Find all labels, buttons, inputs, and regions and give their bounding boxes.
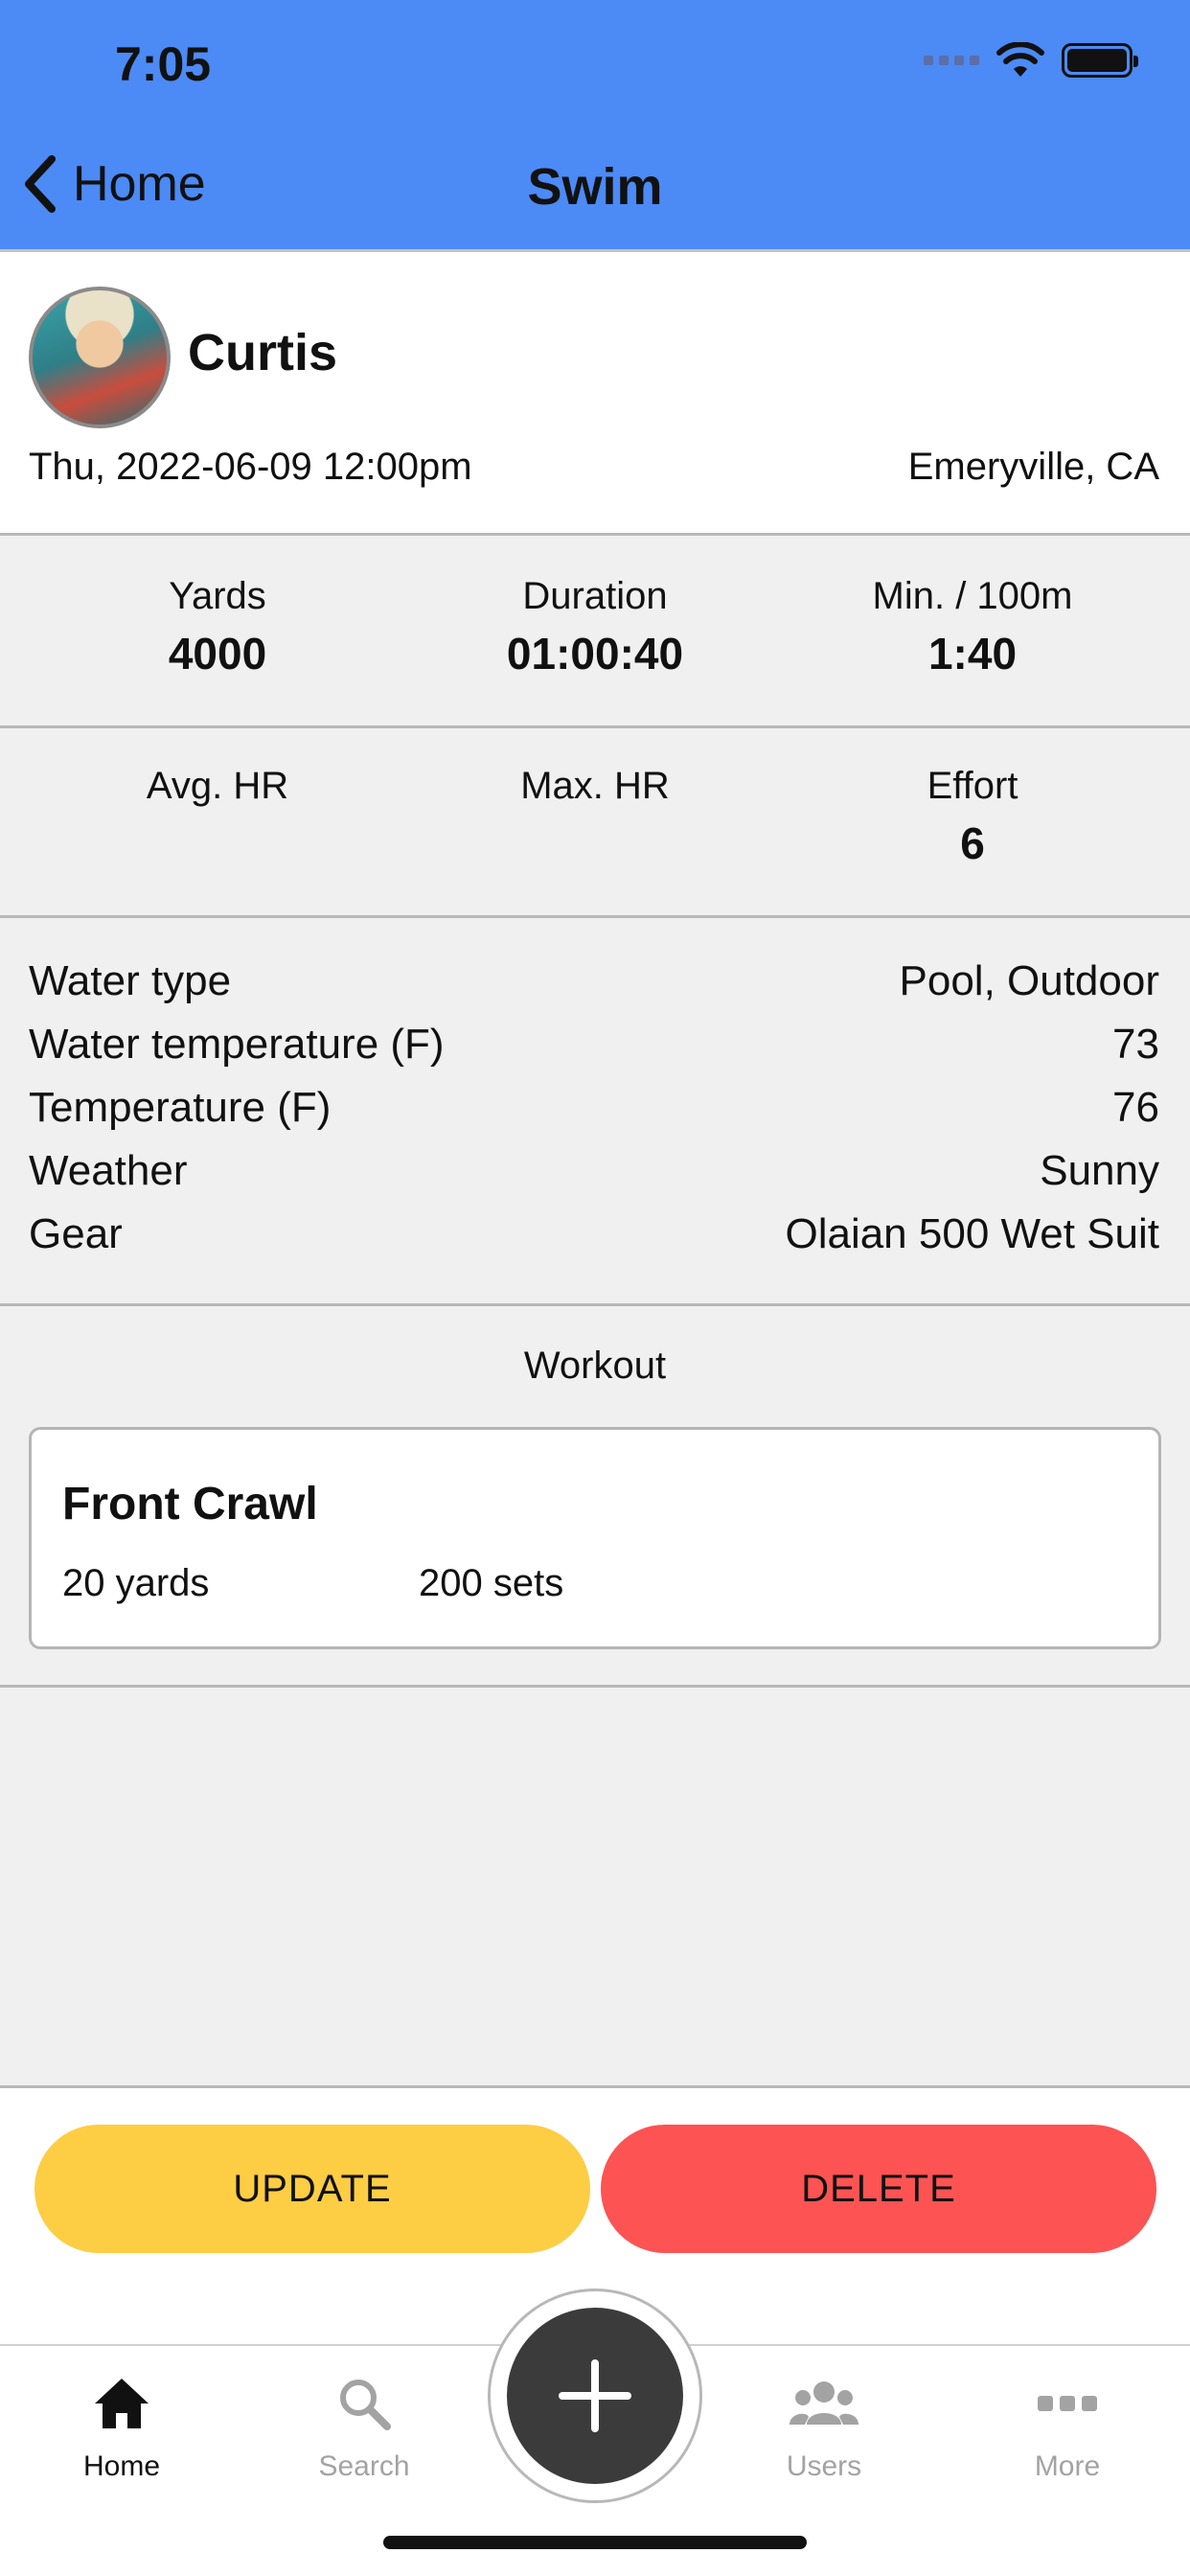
stat-pace: Min. / 100m 1:40	[774, 575, 1171, 679]
exercise-distance: 20 yards	[62, 1562, 210, 1604]
wifi-icon	[996, 42, 1044, 77]
exercise-sets: 200 sets	[419, 1562, 564, 1604]
stat-value: 6	[960, 818, 985, 868]
user-name[interactable]: Curtis	[188, 323, 337, 382]
detail-row-gear: Gear Olaian 500 Wet Suit	[29, 1210, 1159, 1258]
detail-value: 73	[1112, 1021, 1159, 1068]
stat-yards: Yards 4000	[19, 575, 416, 679]
nav-header: 7:05 Home Swim	[0, 0, 1190, 252]
stat-label: Min. / 100m	[872, 575, 1073, 617]
delete-button[interactable]: DELETE	[601, 2125, 1156, 2253]
add-button[interactable]	[507, 2308, 683, 2484]
stat-value: 01:00:40	[506, 629, 684, 678]
tab-label: Users	[786, 2450, 862, 2482]
detail-value: Olaian 500 Wet Suit	[785, 1210, 1159, 1257]
stat-duration: Duration 01:00:40	[397, 575, 793, 679]
status-icons	[924, 42, 1138, 79]
users-icon	[790, 2381, 858, 2425]
detail-row-water-type: Water type Pool, Outdoor	[29, 957, 1159, 1005]
plus-icon	[559, 2359, 631, 2432]
tab-label: Search	[318, 2450, 410, 2482]
stat-avg-hr: Avg. HR	[19, 765, 416, 869]
detail-value: Sunny	[1040, 1147, 1159, 1194]
avatar[interactable]	[29, 287, 171, 428]
detail-label: Temperature (F)	[29, 1084, 332, 1131]
search-icon	[340, 2380, 391, 2430]
stat-label: Effort	[927, 765, 1018, 807]
stat-value: 4000	[168, 629, 267, 678]
detail-row-weather: Weather Sunny	[29, 1147, 1159, 1195]
workout-location: Emeryville, CA	[907, 446, 1159, 488]
stat-label: Avg. HR	[146, 765, 289, 807]
tab-label: More	[1034, 2450, 1101, 2482]
profile-section: Curtis Thu, 2022-06-09 12:00pm Emeryvill…	[0, 252, 1190, 536]
stats-row-secondary: Avg. HR Max. HR Effort 6	[0, 728, 1190, 918]
workout-heading: Workout	[523, 1345, 667, 1387]
detail-value: 76	[1112, 1084, 1159, 1131]
detail-value: Pool, Outdoor	[899, 957, 1160, 1004]
detail-label: Weather	[29, 1147, 188, 1194]
stat-label: Max. HR	[520, 765, 670, 807]
detail-label: Gear	[29, 1210, 123, 1257]
more-icon	[1038, 2396, 1097, 2411]
detail-row-water-temperature: Water temperature (F) 73	[29, 1021, 1159, 1069]
workout-card[interactable]: Front Crawl 20 yards 200 sets	[29, 1427, 1161, 1649]
tab-label: Home	[82, 2450, 161, 2482]
stat-effort: Effort 6	[774, 765, 1171, 869]
workout-details: Water type Pool, Outdoor Water temperatu…	[0, 917, 1190, 1306]
signal-icon	[924, 56, 979, 65]
home-icon	[95, 2379, 149, 2428]
tab-search[interactable]: Search	[268, 2375, 460, 2483]
battery-icon	[1062, 43, 1138, 78]
detail-row-temperature: Temperature (F) 76	[29, 1084, 1159, 1132]
exercise-name: Front Crawl	[62, 1479, 318, 1530]
update-button[interactable]: UPDATE	[34, 2125, 590, 2253]
stats-row-primary: Yards 4000 Duration 01:00:40 Min. / 100m…	[0, 539, 1190, 728]
workout-section: Workout Front Crawl 20 yards 200 sets	[0, 1306, 1190, 1688]
stat-label: Yards	[169, 575, 266, 617]
stat-label: Duration	[522, 575, 668, 617]
stat-value	[397, 817, 793, 869]
stat-max-hr: Max. HR	[397, 765, 793, 869]
status-time: 7:05	[115, 37, 212, 91]
home-indicator	[383, 2536, 807, 2549]
page-title: Swim	[527, 158, 663, 216]
detail-label: Water temperature (F)	[29, 1021, 445, 1068]
stat-value: 1:40	[927, 629, 1018, 678]
tab-more[interactable]: More	[972, 2375, 1163, 2483]
stat-value	[19, 817, 416, 869]
tab-home[interactable]: Home	[26, 2375, 217, 2483]
tab-users[interactable]: Users	[728, 2375, 920, 2483]
detail-label: Water type	[29, 957, 232, 1004]
workout-datetime: Thu, 2022-06-09 12:00pm	[29, 446, 472, 488]
